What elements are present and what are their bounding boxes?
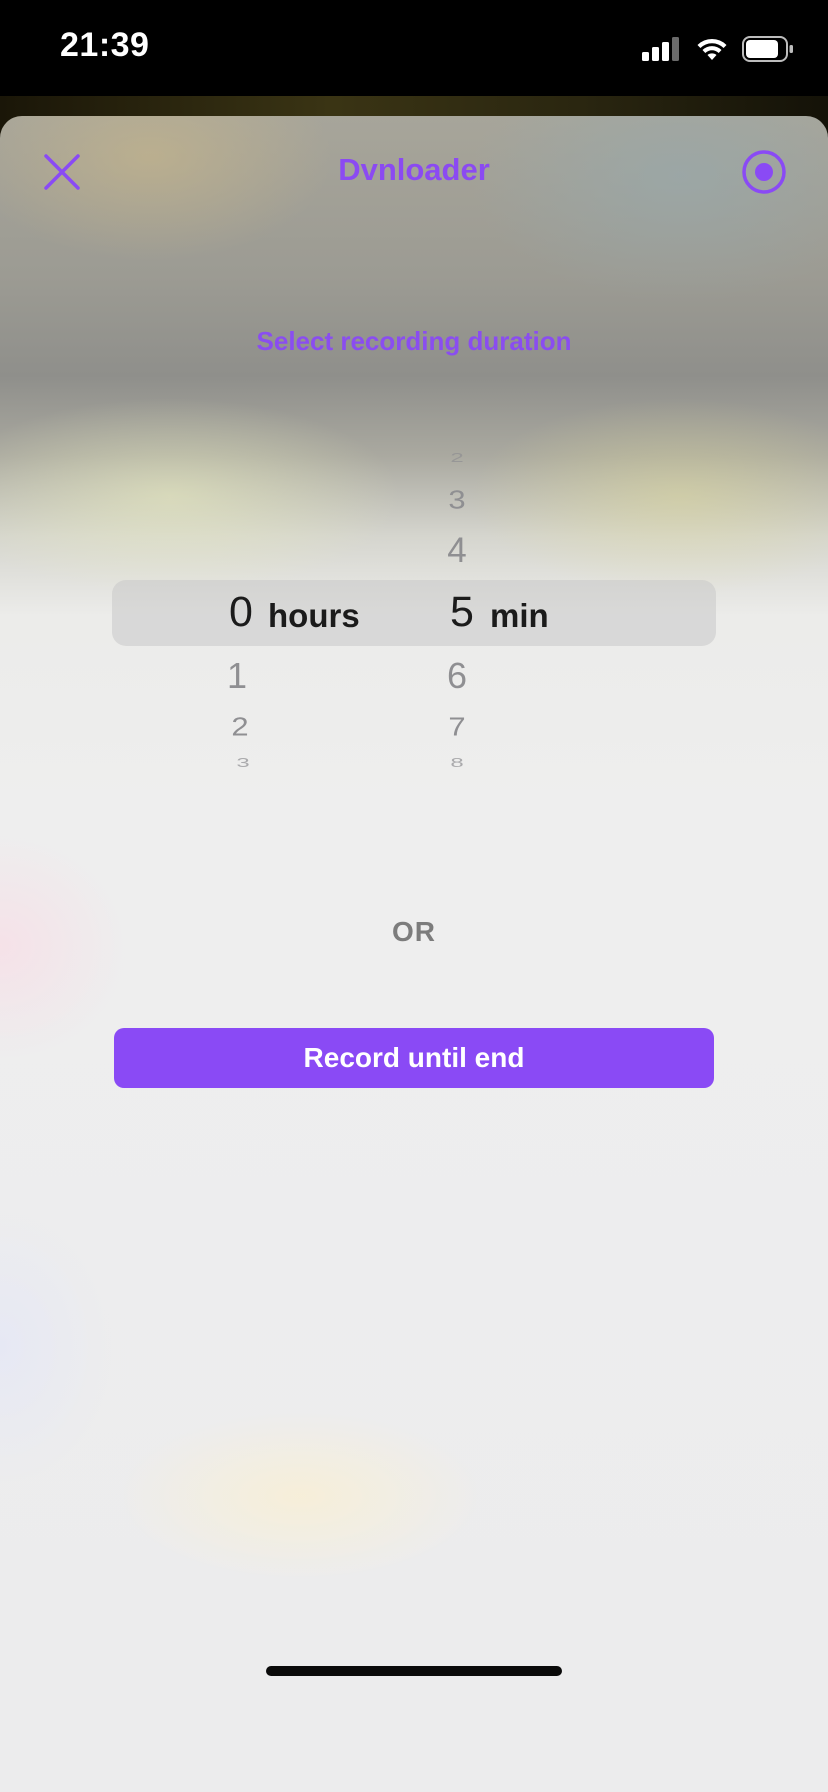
minutes-option[interactable]: 2 (427, 450, 487, 465)
cellular-signal-icon (642, 37, 679, 61)
or-divider: OR (392, 916, 436, 947)
recording-sheet: Dvnloader Select recording duration 2 3 … (0, 116, 828, 1792)
record-until-end-button[interactable]: Record until end (114, 1028, 714, 1088)
minutes-option[interactable]: 4 (427, 531, 487, 571)
minutes-option[interactable]: 8 (427, 755, 487, 770)
status-icons (642, 34, 794, 64)
minutes-option[interactable]: 6 (427, 655, 487, 697)
status-bar: 21:39 (0, 0, 828, 96)
minutes-option[interactable]: 7 (427, 712, 487, 743)
wifi-icon (697, 38, 727, 60)
minutes-unit-label: min (490, 597, 549, 634)
hours-option[interactable]: 1 (207, 655, 267, 697)
status-time: 21:39 (60, 26, 150, 64)
picker-selection-highlight (112, 580, 716, 646)
home-indicator[interactable] (266, 1666, 562, 1676)
duration-picker[interactable]: 2 3 4 0 hours 5 min 1 2 3 6 7 8 (0, 116, 828, 816)
hours-option[interactable]: 3 (213, 755, 273, 770)
hours-option[interactable]: 2 (210, 712, 270, 743)
hours-unit-label: hours (268, 597, 360, 634)
minutes-selected-value[interactable]: 5 (432, 588, 492, 637)
battery-icon (742, 36, 793, 62)
minutes-option[interactable]: 3 (427, 485, 487, 516)
hours-selected-value[interactable]: 0 (211, 588, 271, 637)
